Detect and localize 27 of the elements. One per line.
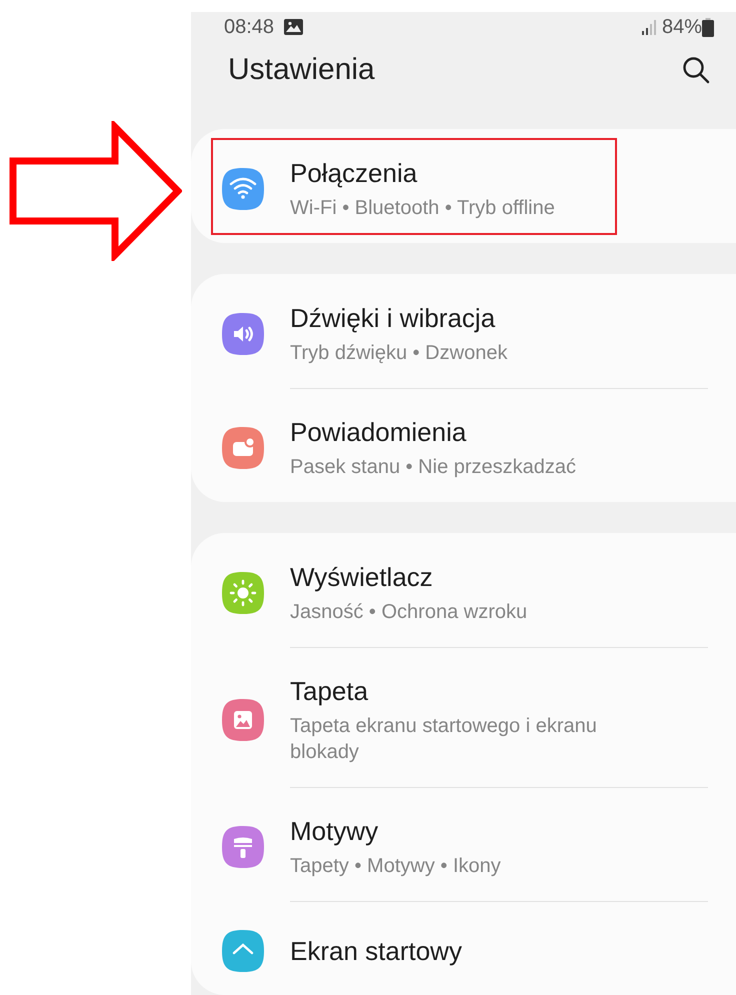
- item-title: Tapeta: [290, 675, 370, 707]
- item-subtitle: Jasność • Ochrona wzroku: [290, 600, 528, 625]
- item-title: Połączenia: [290, 157, 418, 189]
- item-subtitle: Pasek stanu • Nie przeszkadzać: [290, 455, 578, 480]
- item-title: Powiadomienia: [290, 416, 468, 448]
- settings-item[interactable]: Połączenia Wi-Fi • Bluetooth • Tryb offline: [191, 129, 736, 243]
- image-icon: [284, 19, 304, 35]
- status-time: 08:48: [224, 15, 274, 40]
- page-title: Ustawienia: [228, 52, 376, 88]
- item-title: Motywy: [290, 815, 380, 847]
- settings-item[interactable]: Tapeta Tapeta ekranu startowego i ekranu blokady: [191, 647, 736, 787]
- settings-item[interactable]: Wyświetlacz Jasność • Ochrona wzroku: [191, 533, 736, 647]
- settings-item[interactable]: Powiadomienia Pasek stanu • Nie przeszkadzać: [191, 388, 736, 502]
- item-subtitle: Tapety • Motywy • Ikony: [290, 854, 502, 879]
- battery-level: 84%: [662, 15, 702, 40]
- signal-icon: [640, 19, 657, 35]
- battery-icon: [702, 18, 714, 36]
- settings-item[interactable]: Dźwięki i wibracja Tryb dźwięku • Dzwonek: [191, 274, 736, 388]
- item-subtitle: Tapeta ekranu startowego i ekranu blokady: [290, 714, 598, 765]
- item-subtitle: Wi-Fi • Bluetooth • Tryb offline: [290, 196, 556, 221]
- search-icon: [682, 56, 710, 84]
- item-title: Dźwięki i wibracja: [290, 302, 496, 334]
- item-subtitle: Tryb dźwięku • Dzwonek: [290, 341, 508, 366]
- item-title: Wyświetlacz: [290, 561, 434, 593]
- item-title: Ekran startowy: [290, 935, 463, 967]
- settings-item[interactable]: Motywy Tapety • Motywy • Ikony: [191, 787, 736, 901]
- settings-item[interactable]: Ekran startowy: [191, 901, 736, 995]
